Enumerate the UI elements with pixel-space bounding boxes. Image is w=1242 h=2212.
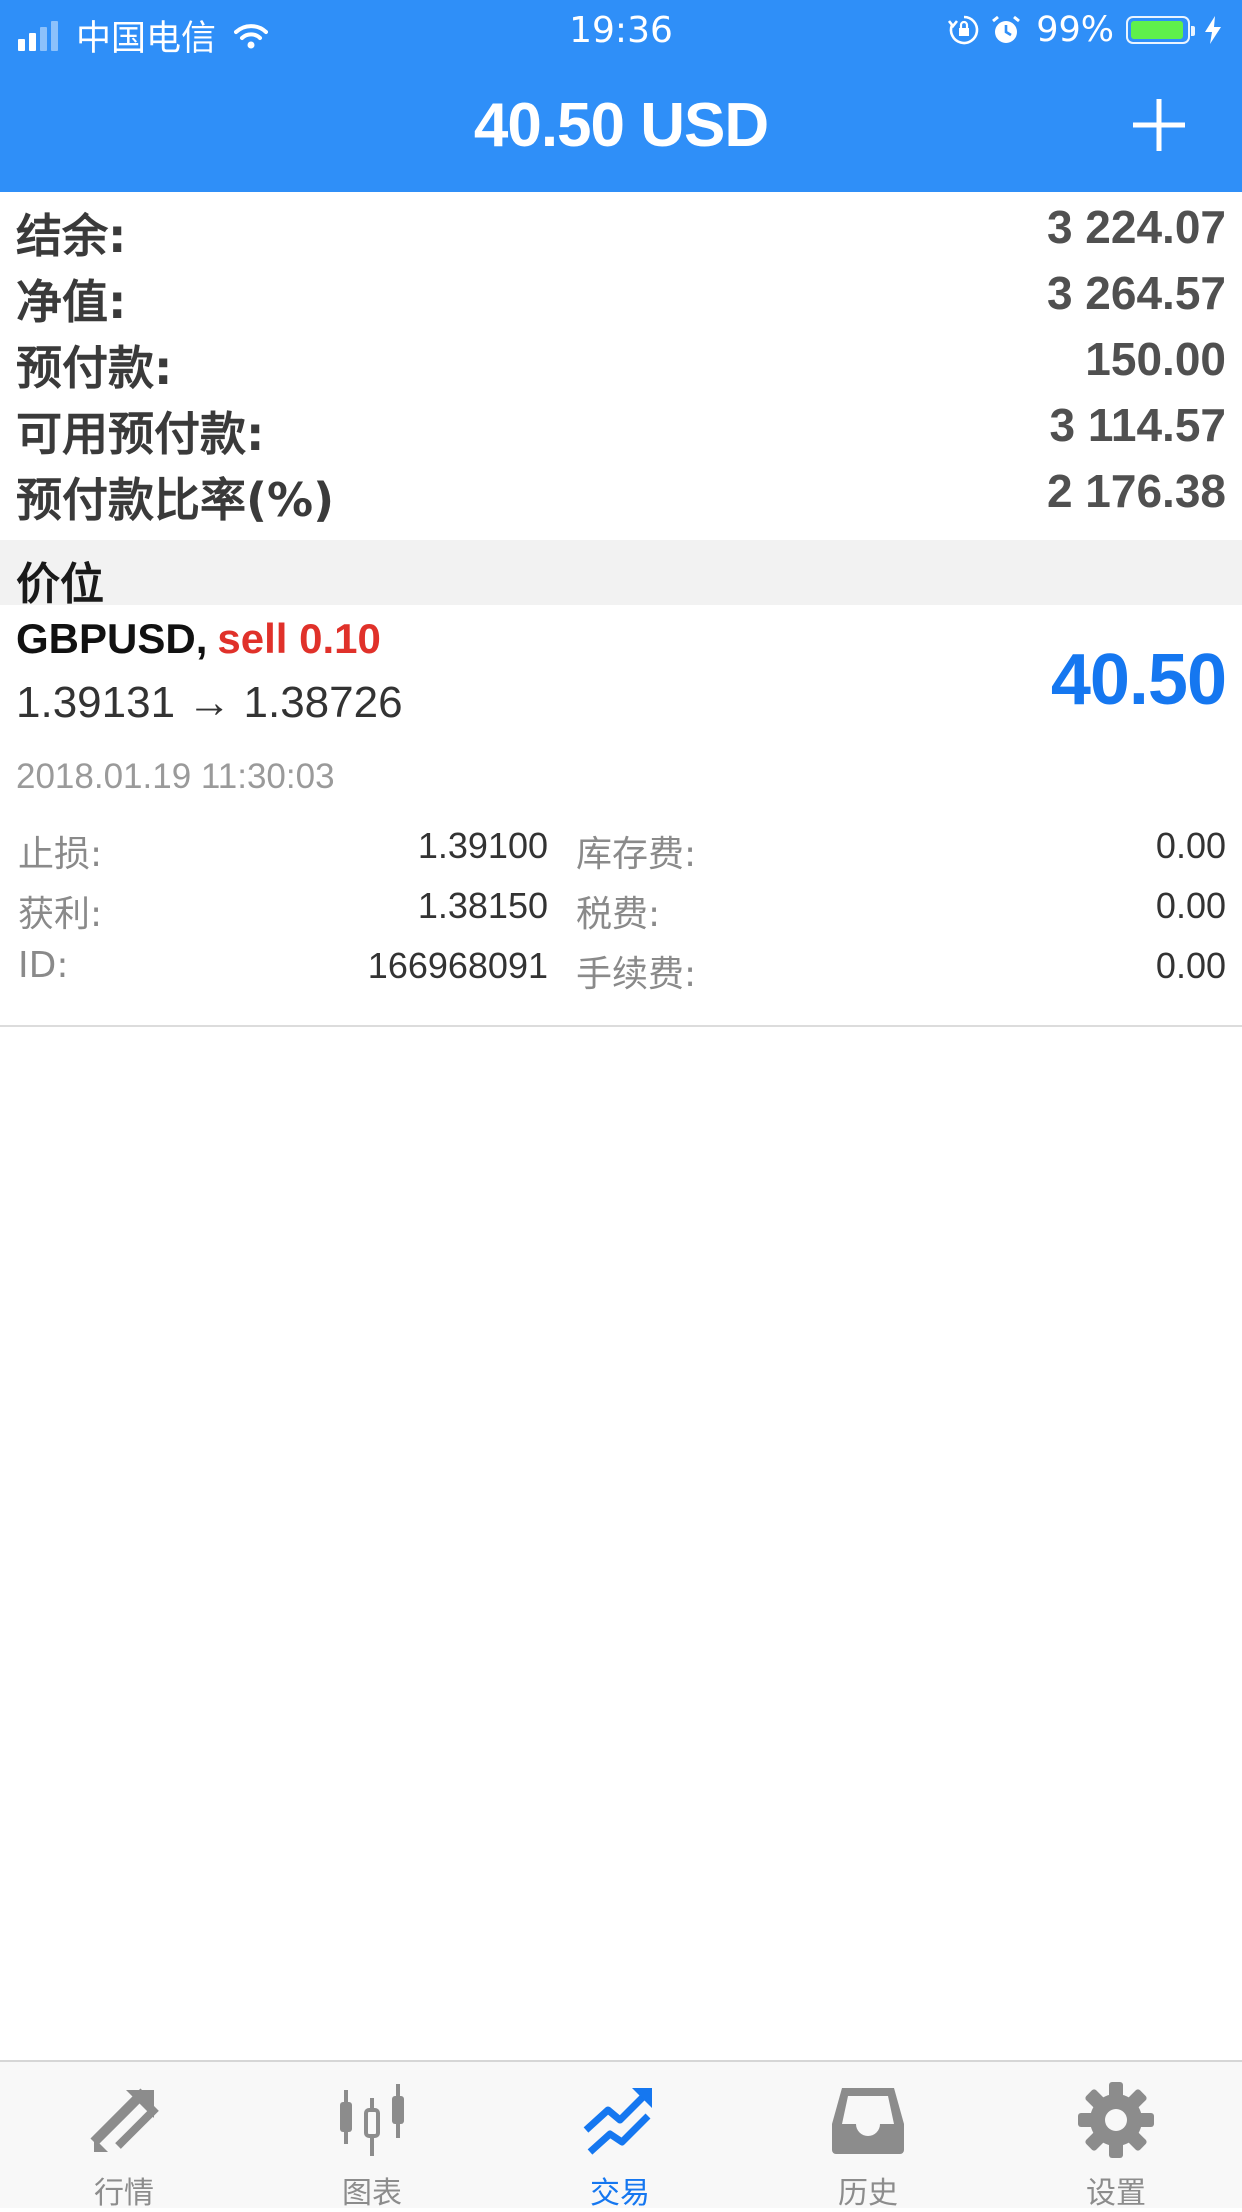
trade-trend-icon	[583, 2088, 652, 2155]
position-prices: 1.39131 → 1.38726	[16, 678, 403, 727]
commission-value: 0.00	[1155, 945, 1226, 986]
margin-level-value: 2 176.38	[1046, 465, 1226, 517]
summary-row-balance: 结余: 3 224.07	[0, 192, 1242, 263]
free-margin-value: 3 114.57	[1049, 399, 1226, 451]
positions-section-header: 价位	[0, 540, 1242, 610]
free-margin-label: 可用预付款:	[16, 407, 265, 461]
summary-row-margin-level: 预付款比率(%) 2 176.38	[0, 456, 1242, 527]
gear-icon	[1078, 2082, 1154, 2158]
tab-bar: 行情 图表 交易 历史 设置	[0, 2060, 1242, 2211]
tax-value: 0.00	[1155, 885, 1226, 926]
balance-label: 结余:	[16, 209, 127, 263]
history-inbox-icon	[832, 2088, 904, 2154]
position-type: sell 0.10	[217, 615, 381, 662]
tab-history-label: 历史	[838, 2176, 898, 2211]
orientation-lock-icon	[948, 15, 979, 45]
swap-label: 库存费:	[576, 834, 697, 875]
summary-row-equity: 净值: 3 264.57	[0, 258, 1242, 329]
margin-level-label: 预付款比率(%)	[16, 473, 335, 527]
id-value: 166968091	[367, 945, 548, 986]
tab-quotes-label: 行情	[94, 2176, 154, 2211]
position-item[interactable]: GBPUSD, sell 0.10 1.39131 → 1.38726 40.50…	[0, 605, 1242, 1027]
app-header: 中国电信 19:36 99% 40.50 USD	[0, 0, 1242, 192]
charging-bolt-icon	[1205, 16, 1221, 44]
take-profit-label: 获利:	[18, 894, 103, 935]
margin-value: 150.00	[1085, 333, 1226, 385]
position-symbol: GBPUSD,	[16, 615, 208, 662]
signal-strength-icon	[18, 20, 62, 51]
quotes-arrows-icon	[90, 2088, 159, 2152]
tab-quotes[interactable]: 行情	[0, 2062, 248, 2211]
swap-value: 0.00	[1155, 825, 1226, 866]
battery-icon	[1126, 16, 1195, 44]
tab-trade[interactable]: 交易	[496, 2062, 744, 2211]
take-profit-value: 1.38150	[417, 885, 548, 926]
status-bar: 中国电信 19:36 99%	[0, 0, 1242, 62]
candlestick-chart-icon	[340, 2084, 404, 2156]
tab-chart-label: 图表	[342, 2176, 402, 2211]
add-order-button[interactable]	[1116, 82, 1202, 168]
tab-history[interactable]: 历史	[744, 2062, 992, 2211]
status-right: 99%	[938, 10, 1224, 50]
battery-percent: 99%	[1036, 10, 1114, 50]
summary-row-margin: 预付款: 150.00	[0, 324, 1242, 395]
status-left: 中国电信	[18, 10, 269, 61]
equity-label: 净值:	[16, 275, 127, 329]
tab-settings-label: 设置	[1086, 2176, 1146, 2211]
tab-trade-label: 交易	[590, 2176, 650, 2211]
stop-loss-value: 1.39100	[417, 825, 548, 866]
tab-chart[interactable]: 图表	[248, 2062, 496, 2211]
section-title: 价位	[16, 559, 104, 610]
equity-value: 3 264.57	[1046, 267, 1226, 319]
stop-loss-label: 止损:	[18, 834, 103, 875]
title-bar: 40.50 USD	[0, 62, 1242, 192]
commission-label: 手续费:	[576, 954, 697, 995]
summary-row-free-margin: 可用预付款: 3 114.57	[0, 390, 1242, 461]
tab-settings[interactable]: 设置	[992, 2062, 1240, 2211]
tax-label: 税费:	[576, 894, 661, 935]
margin-label: 预付款:	[16, 341, 173, 395]
plus-icon	[1133, 99, 1185, 151]
wifi-icon	[234, 23, 269, 48]
page-title: 40.50 USD	[473, 91, 769, 160]
id-label: ID:	[18, 945, 69, 986]
account-summary: 结余: 3 224.07 净值: 3 264.57 预付款: 150.00 可用…	[0, 192, 1242, 527]
position-symbol-line: GBPUSD, sell 0.10	[16, 615, 381, 663]
carrier-name: 中国电信	[76, 19, 217, 59]
position-profit: 40.50	[1050, 640, 1227, 720]
alarm-icon	[992, 15, 1021, 43]
position-open-time: 2018.01.19 11:30:03	[16, 757, 335, 796]
balance-value: 3 224.07	[1046, 201, 1226, 253]
